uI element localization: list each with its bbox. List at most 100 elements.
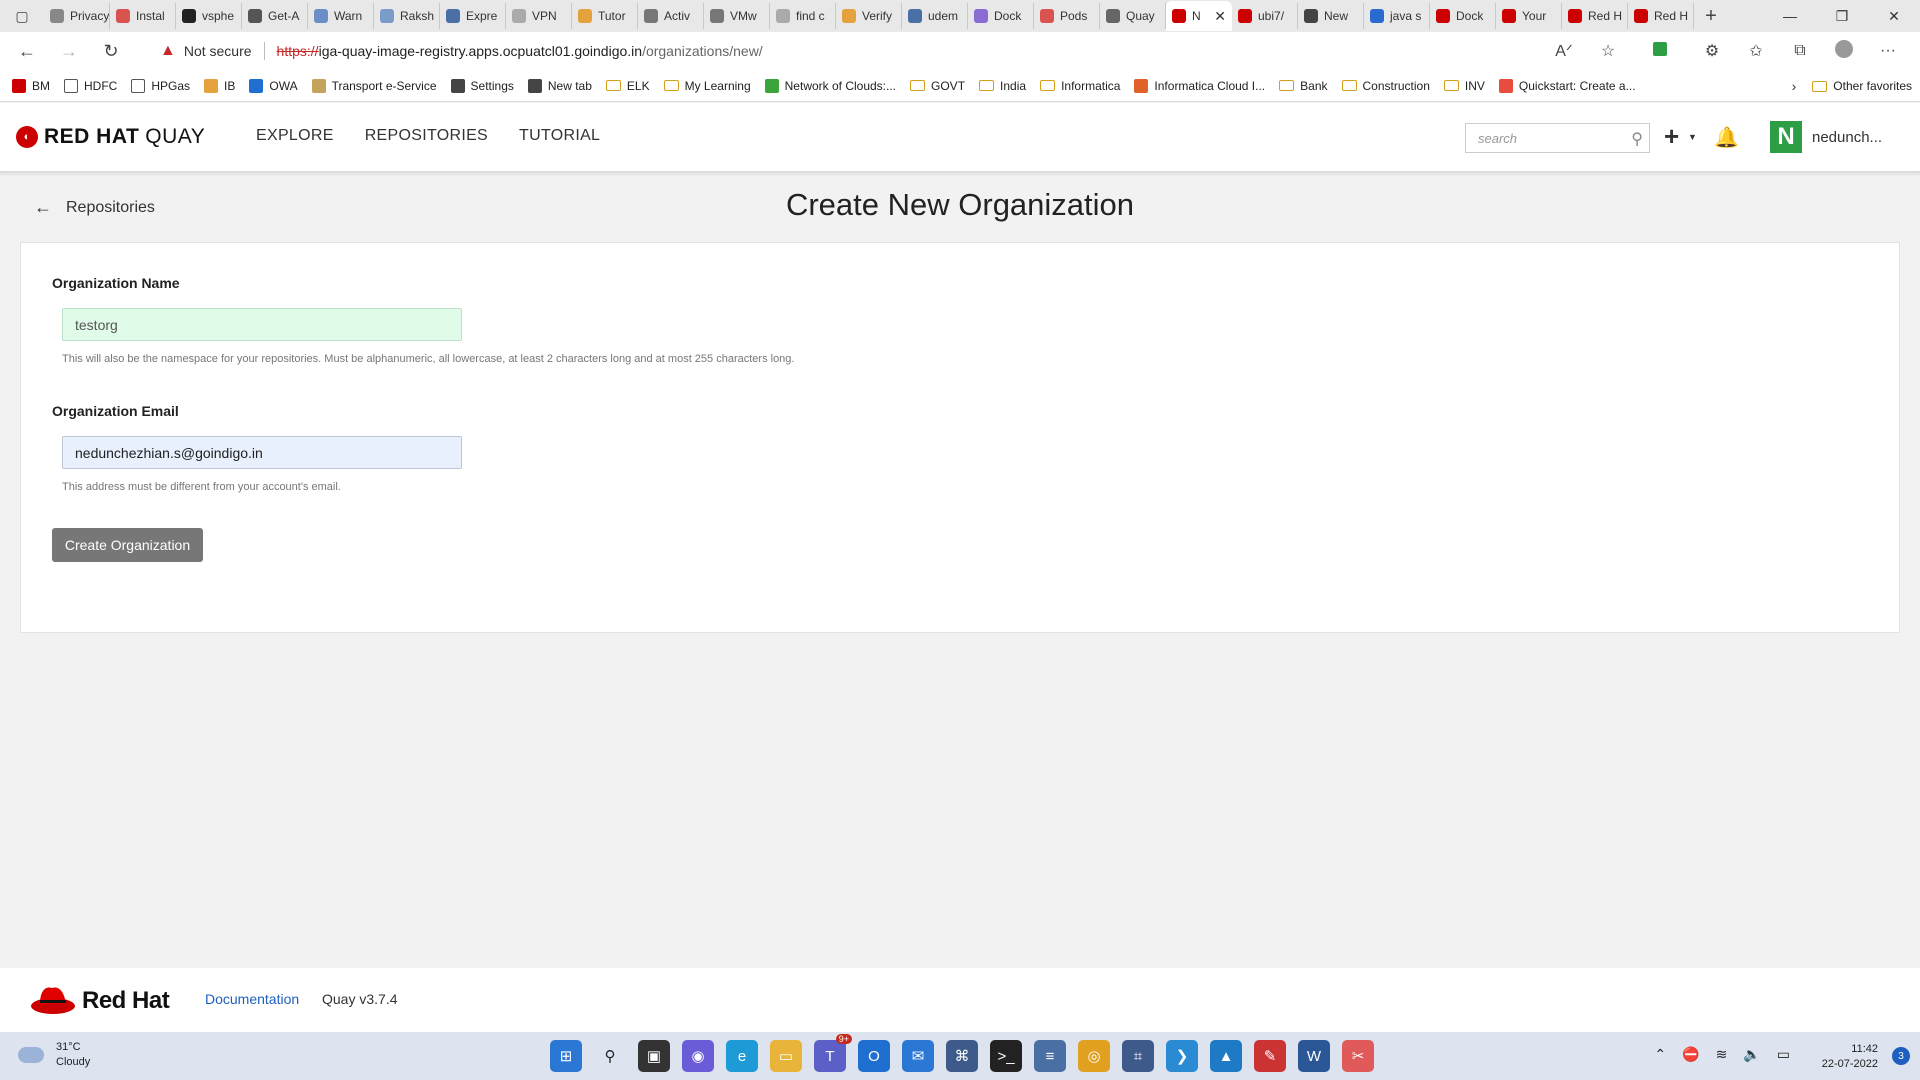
browser-tab[interactable]: Raksh bbox=[374, 3, 440, 29]
create-organization-button[interactable]: Create Organization bbox=[52, 528, 203, 562]
app-icon[interactable]: ✎ bbox=[1254, 1040, 1286, 1072]
browser-tab[interactable]: Activ bbox=[638, 3, 704, 29]
read-aloud-icon[interactable]: Aᐟ bbox=[1542, 41, 1586, 61]
bookmark-item[interactable]: BM bbox=[12, 78, 50, 93]
volume-muted-icon[interactable]: 🔈 bbox=[1743, 1046, 1760, 1063]
bookmark-item[interactable]: Bank bbox=[1279, 79, 1328, 93]
bookmark-item[interactable]: India bbox=[979, 79, 1026, 93]
new-tab-icon[interactable]: + bbox=[1694, 5, 1728, 28]
bookmark-item[interactable]: Informatica Cloud I... bbox=[1134, 78, 1265, 93]
tab-actions-icon[interactable]: ▢ bbox=[0, 0, 44, 32]
browser-tab[interactable]: Get-A bbox=[242, 3, 308, 29]
clock[interactable]: 11:42 22-07-2022 bbox=[1822, 1042, 1878, 1072]
outlook-icon[interactable]: O bbox=[858, 1040, 890, 1072]
chat-icon[interactable]: ◉ bbox=[682, 1040, 714, 1072]
teams-icon[interactable]: T 9+ bbox=[814, 1034, 852, 1072]
bookmark-item[interactable]: Settings bbox=[450, 78, 514, 93]
back-icon[interactable]: ← bbox=[6, 32, 48, 70]
browser-tab[interactable]: Tutor bbox=[572, 3, 638, 29]
quay-logo[interactable]: ◐ RED HAT QUAY bbox=[16, 125, 205, 149]
bookmark-item[interactable]: Transport e-Service bbox=[311, 78, 437, 93]
browser-tab[interactable]: Privacy err bbox=[44, 3, 110, 29]
browser-tab[interactable]: VMw bbox=[704, 3, 770, 29]
terminal-icon[interactable]: >_ bbox=[990, 1040, 1022, 1072]
browser-tab[interactable]: Pods bbox=[1034, 3, 1100, 29]
nav-explore[interactable]: EXPLORE bbox=[256, 127, 334, 145]
bookmark-item[interactable]: New tab bbox=[527, 78, 592, 93]
vpn-status-icon[interactable]: ⛔ bbox=[1682, 1046, 1699, 1063]
bookmark-item[interactable]: GOVT bbox=[910, 79, 965, 93]
browser-tab[interactable]: Dock bbox=[968, 3, 1034, 29]
browser-tab[interactable]: find c bbox=[770, 3, 836, 29]
word-icon[interactable]: W bbox=[1298, 1040, 1330, 1072]
back-to-repositories[interactable]: ← Repositories bbox=[34, 197, 155, 218]
browser-tab[interactable]: Red H bbox=[1628, 3, 1694, 29]
battery-icon[interactable]: ▭ bbox=[1777, 1046, 1790, 1063]
forward-icon[interactable]: → bbox=[48, 32, 90, 70]
bookmark-item[interactable]: HDFC bbox=[64, 78, 117, 93]
bookmark-item[interactable]: OWA bbox=[249, 78, 298, 93]
chevron-up-icon[interactable]: ⌃ bbox=[1654, 1046, 1666, 1063]
other-favorites[interactable]: Other favorites bbox=[1812, 79, 1912, 93]
edge-icon[interactable]: e bbox=[726, 1040, 758, 1072]
mail-icon[interactable]: ✉ bbox=[902, 1040, 934, 1072]
network-tool-icon[interactable]: ⌗ bbox=[1122, 1040, 1154, 1072]
more-menu-icon[interactable]: ··· bbox=[1866, 42, 1910, 60]
chevron-down-icon[interactable]: ▼ bbox=[1688, 132, 1697, 142]
extension-icon[interactable] bbox=[1630, 41, 1690, 61]
chevron-right-icon[interactable]: › bbox=[1792, 78, 1797, 94]
bookmark-item[interactable]: Network of Clouds:... bbox=[764, 78, 896, 93]
notification-badge[interactable]: 3 bbox=[1892, 1047, 1910, 1065]
org-name-field[interactable]: testorg bbox=[62, 308, 462, 341]
remote-desktop-icon[interactable]: ⌘ bbox=[946, 1040, 978, 1072]
notifications-bell-icon[interactable]: 🔔 bbox=[1714, 125, 1739, 150]
browser-tab[interactable]: N ✕ bbox=[1166, 1, 1232, 31]
browser-tab[interactable]: Verify bbox=[836, 3, 902, 29]
search-input[interactable]: search ⚲ bbox=[1465, 123, 1650, 153]
collections-icon[interactable]: ⧉ bbox=[1778, 42, 1822, 60]
bookmark-item[interactable]: Quickstart: Create a... bbox=[1498, 78, 1636, 93]
browser-tab[interactable]: Dock bbox=[1430, 3, 1496, 29]
browser-tab[interactable]: udem bbox=[902, 3, 968, 29]
close-tab-icon[interactable]: ✕ bbox=[1214, 8, 1226, 25]
file-explorer-icon[interactable]: ▭ bbox=[770, 1040, 802, 1072]
minimize-icon[interactable]: — bbox=[1764, 0, 1816, 32]
nav-tutorial[interactable]: TUTORIAL bbox=[519, 127, 600, 145]
search-icon[interactable]: ⚲ bbox=[1631, 129, 1643, 149]
browser-tab[interactable]: VPN bbox=[506, 3, 572, 29]
browser-tab[interactable]: java s bbox=[1364, 3, 1430, 29]
close-window-icon[interactable]: ✕ bbox=[1868, 0, 1920, 32]
url-field[interactable]: ▲ Not secure https:// iga-quay-image-reg… bbox=[146, 36, 1616, 66]
browser-tab[interactable]: vsphe bbox=[176, 3, 242, 29]
start-icon[interactable]: ⊞ bbox=[550, 1040, 582, 1072]
powershell-icon[interactable]: ❯ bbox=[1166, 1040, 1198, 1072]
browser-tab[interactable]: Quay bbox=[1100, 3, 1166, 29]
browser-tab[interactable]: Warn bbox=[308, 3, 374, 29]
bookmark-item[interactable]: IB bbox=[204, 78, 235, 93]
notepad-icon[interactable]: ≡ bbox=[1034, 1040, 1066, 1072]
search-icon[interactable]: ⚲ bbox=[594, 1040, 626, 1072]
add-favorite-icon[interactable]: ☆ bbox=[1586, 41, 1630, 61]
bookmark-item[interactable]: Informatica bbox=[1040, 79, 1120, 93]
bookmark-item[interactable]: My Learning bbox=[663, 79, 751, 93]
browser-tab[interactable]: Red H bbox=[1562, 3, 1628, 29]
browser-tab[interactable]: Instal bbox=[110, 3, 176, 29]
extensions-icon[interactable]: ⚙ bbox=[1690, 41, 1734, 61]
favorites-icon[interactable]: ✩ bbox=[1734, 41, 1778, 61]
reload-icon[interactable]: ↻ bbox=[90, 32, 132, 70]
bookmark-item[interactable]: ELK bbox=[605, 79, 650, 93]
avatar[interactable]: N bbox=[1770, 121, 1802, 153]
profile-icon[interactable] bbox=[1822, 39, 1866, 63]
wifi-icon[interactable]: ≋ bbox=[1716, 1046, 1728, 1063]
browser-tab[interactable]: Your bbox=[1496, 3, 1562, 29]
username[interactable]: nedunch... bbox=[1812, 129, 1882, 146]
snipping-tool-icon[interactable]: ✂ bbox=[1342, 1040, 1374, 1072]
create-new-icon[interactable]: + bbox=[1664, 121, 1679, 152]
photos-icon[interactable]: ▲ bbox=[1210, 1040, 1242, 1072]
browser-tab[interactable]: ubi7/ bbox=[1232, 3, 1298, 29]
browser-tab[interactable]: Expre bbox=[440, 3, 506, 29]
bookmark-item[interactable]: Construction bbox=[1341, 79, 1430, 93]
bookmark-item[interactable]: HPGas bbox=[131, 78, 190, 93]
browser-tab[interactable]: New bbox=[1298, 3, 1364, 29]
documentation-link[interactable]: Documentation bbox=[205, 991, 299, 1007]
